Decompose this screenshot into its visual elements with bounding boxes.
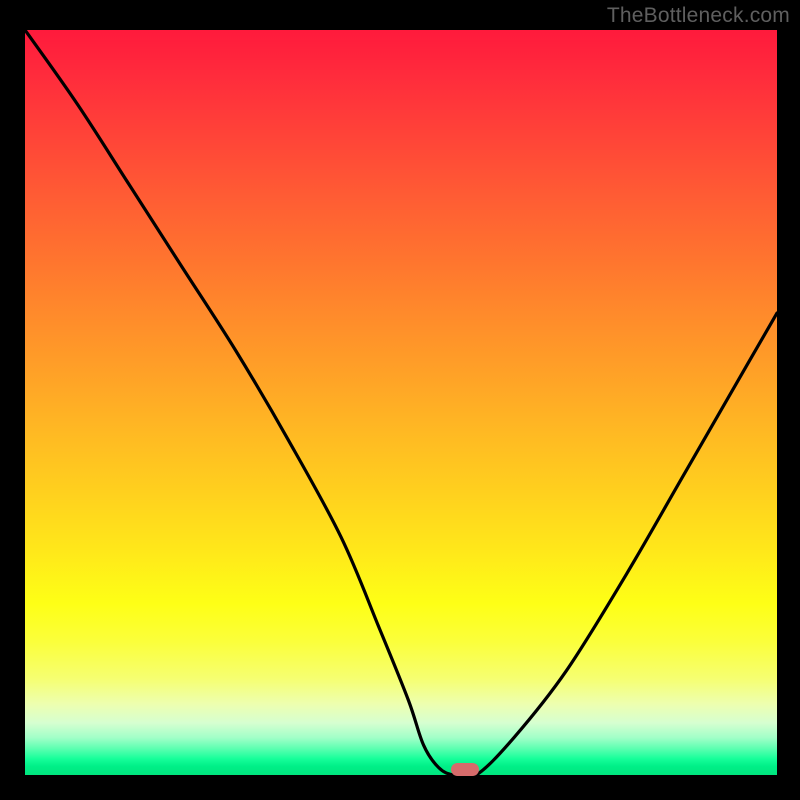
- optimal-marker: [451, 763, 479, 776]
- chart-frame: TheBottleneck.com: [0, 0, 800, 800]
- watermark-text: TheBottleneck.com: [607, 4, 790, 28]
- plot-area: [25, 30, 777, 775]
- bottleneck-curve: [25, 30, 777, 775]
